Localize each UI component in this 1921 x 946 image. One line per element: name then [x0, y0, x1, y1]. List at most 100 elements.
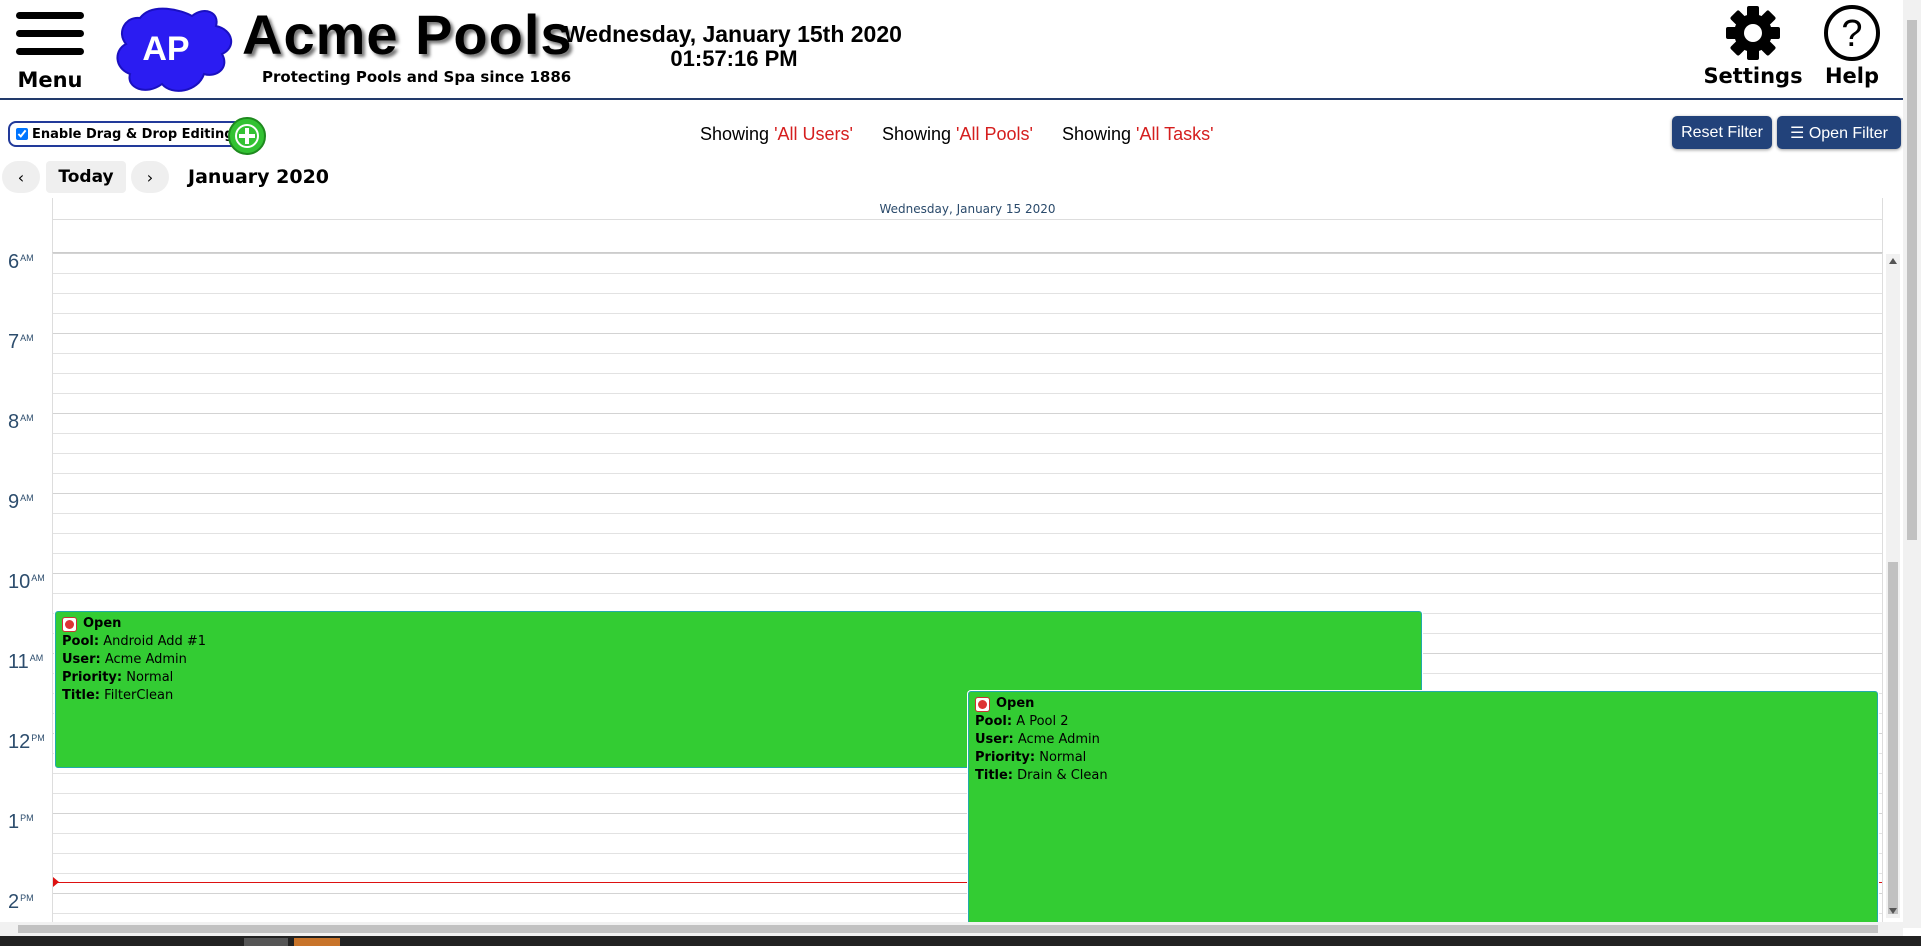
drag-drop-toggle[interactable]: Enable Drag & Drop Editing [8, 121, 242, 147]
today-button[interactable]: Today [46, 161, 126, 193]
all-day-row[interactable] [52, 220, 1883, 253]
current-date: Wednesday, January 15th 2020 [564, 21, 902, 47]
task-status-icon [62, 616, 77, 632]
time-slot[interactable] [52, 573, 1883, 574]
hour-number: 10 [8, 571, 31, 593]
hamburger-icon-bar [16, 30, 84, 37]
time-slot[interactable] [52, 373, 1883, 374]
event-field-key: User: [975, 732, 1014, 747]
task-status-icon [975, 696, 990, 712]
event-user: User: Acme Admin [62, 651, 1415, 669]
event-field-value: Acme Admin [104, 652, 187, 667]
hamburger-icon-bar [16, 48, 84, 55]
gear-icon [1726, 6, 1780, 60]
settings-button[interactable]: Settings [1698, 4, 1808, 96]
reset-filter-button[interactable]: Reset Filter [1672, 116, 1772, 149]
help-button[interactable]: ? Help [1797, 4, 1907, 96]
drag-drop-checkbox[interactable] [16, 128, 28, 140]
scrollbar-thumb[interactable] [1888, 562, 1898, 914]
hour-number: 2 [8, 891, 20, 913]
event-field-key: Priority: [975, 750, 1036, 765]
hour-number: 1 [8, 811, 20, 833]
hour-number: 7 [8, 331, 20, 353]
scroll-up-icon[interactable] [1889, 258, 1897, 264]
event-field-key: Priority: [62, 670, 123, 685]
event-field-value: FilterClean [104, 688, 174, 703]
event-field-key: Title: [975, 768, 1014, 783]
filter-value: 'All Pools' [956, 124, 1033, 144]
day-column-header: Wednesday, January 15 2020 [52, 198, 1883, 220]
time-slot[interactable] [52, 313, 1883, 314]
time-slot[interactable] [52, 593, 1883, 594]
settings-label: Settings [1703, 64, 1803, 88]
event-field-value: A Pool 2 [1016, 714, 1069, 729]
calendar-event[interactable]: Open Pool: A Pool 2 User: Acme Admin Pri… [968, 691, 1878, 928]
hour-number: 8 [8, 411, 20, 433]
grid-border [52, 253, 53, 928]
event-field-value: Acme Admin [1017, 732, 1100, 747]
taskbar-item[interactable] [294, 938, 340, 946]
hour-meridiem: AM [20, 253, 34, 263]
time-slot[interactable] [52, 333, 1883, 334]
time-grid[interactable]: 6AM 7AM 8AM 9AM 10AM 11AM 12PM 1PM 2PM Open Pool… [0, 251, 1883, 928]
filter-prefix: Showing [881, 124, 957, 144]
prev-month-button[interactable]: ‹ [2, 161, 40, 193]
task-filter-status: Showing 'All Tasks' [1062, 124, 1214, 144]
time-slot[interactable] [52, 533, 1883, 534]
add-task-button[interactable] [227, 116, 267, 156]
time-slot[interactable] [52, 513, 1883, 514]
active-filters: Showing 'All Users' Showing 'All Pools' … [700, 124, 1238, 145]
time-slot[interactable] [52, 353, 1883, 354]
time-slot[interactable] [52, 473, 1883, 474]
time-slot[interactable] [52, 293, 1883, 294]
open-filter-button[interactable]: ☰ Open Filter [1777, 116, 1901, 149]
hour-label: 8AM [8, 411, 52, 434]
time-slot[interactable] [52, 253, 1883, 254]
next-month-button[interactable]: › [131, 161, 169, 193]
event-priority: Priority: Normal [62, 669, 1415, 687]
time-slot[interactable] [52, 273, 1883, 274]
horizontal-scrollbar[interactable] [0, 922, 1903, 936]
drag-drop-label: Enable Drag & Drop Editing [32, 126, 234, 142]
month-title: January 2020 [188, 166, 330, 188]
scrollbar-thumb[interactable] [1907, 20, 1917, 540]
os-taskbar [0, 936, 1921, 946]
day-calendar: Wednesday, January 15 2020 6AM 7AM 8AM 9AM 1… [0, 198, 1921, 928]
event-status: Open [62, 615, 1415, 633]
hour-label: 2PM [8, 891, 52, 914]
hour-meridiem: AM [20, 493, 34, 503]
hamburger-icon-bar [16, 12, 84, 19]
calendar-scrollbar[interactable] [1886, 254, 1900, 918]
event-status-label: Open [83, 616, 122, 631]
hour-meridiem: AM [31, 573, 45, 583]
event-field-key: Title: [62, 688, 101, 703]
hour-number: 6 [8, 251, 20, 273]
time-slot[interactable] [52, 393, 1883, 394]
event-pool: Pool: Android Add #1 [62, 633, 1415, 651]
time-slot[interactable] [52, 553, 1883, 554]
menu-button[interactable]: Menu [14, 10, 86, 94]
time-slot[interactable] [52, 433, 1883, 434]
filter-value: 'All Users' [774, 124, 853, 144]
hour-meridiem: PM [20, 813, 34, 823]
app-header: Menu AP Acme Pools Protecting Pools and … [0, 0, 1921, 100]
page-scrollbar[interactable] [1903, 0, 1921, 928]
time-slot[interactable] [52, 453, 1883, 454]
scroll-down-icon[interactable] [1889, 908, 1897, 914]
event-status-label: Open [996, 696, 1035, 711]
help-question-icon: ? [1824, 5, 1880, 61]
hour-label: 6AM [8, 251, 52, 274]
time-slot[interactable] [52, 493, 1883, 494]
filter-prefix: Showing [700, 124, 775, 144]
help-label: Help [1824, 64, 1880, 88]
hour-label: 9AM [8, 491, 52, 514]
time-slot[interactable] [52, 413, 1883, 414]
svg-text:?: ? [1841, 13, 1862, 55]
logo-text: AP [142, 30, 189, 68]
scrollbar-thumb[interactable] [18, 925, 1878, 933]
hour-label: 12PM [8, 731, 52, 754]
taskbar-item[interactable] [244, 938, 288, 946]
event-field-value: Normal [126, 670, 174, 685]
event-field-value: Normal [1039, 750, 1087, 765]
brand-logo-icon: AP [116, 7, 232, 92]
